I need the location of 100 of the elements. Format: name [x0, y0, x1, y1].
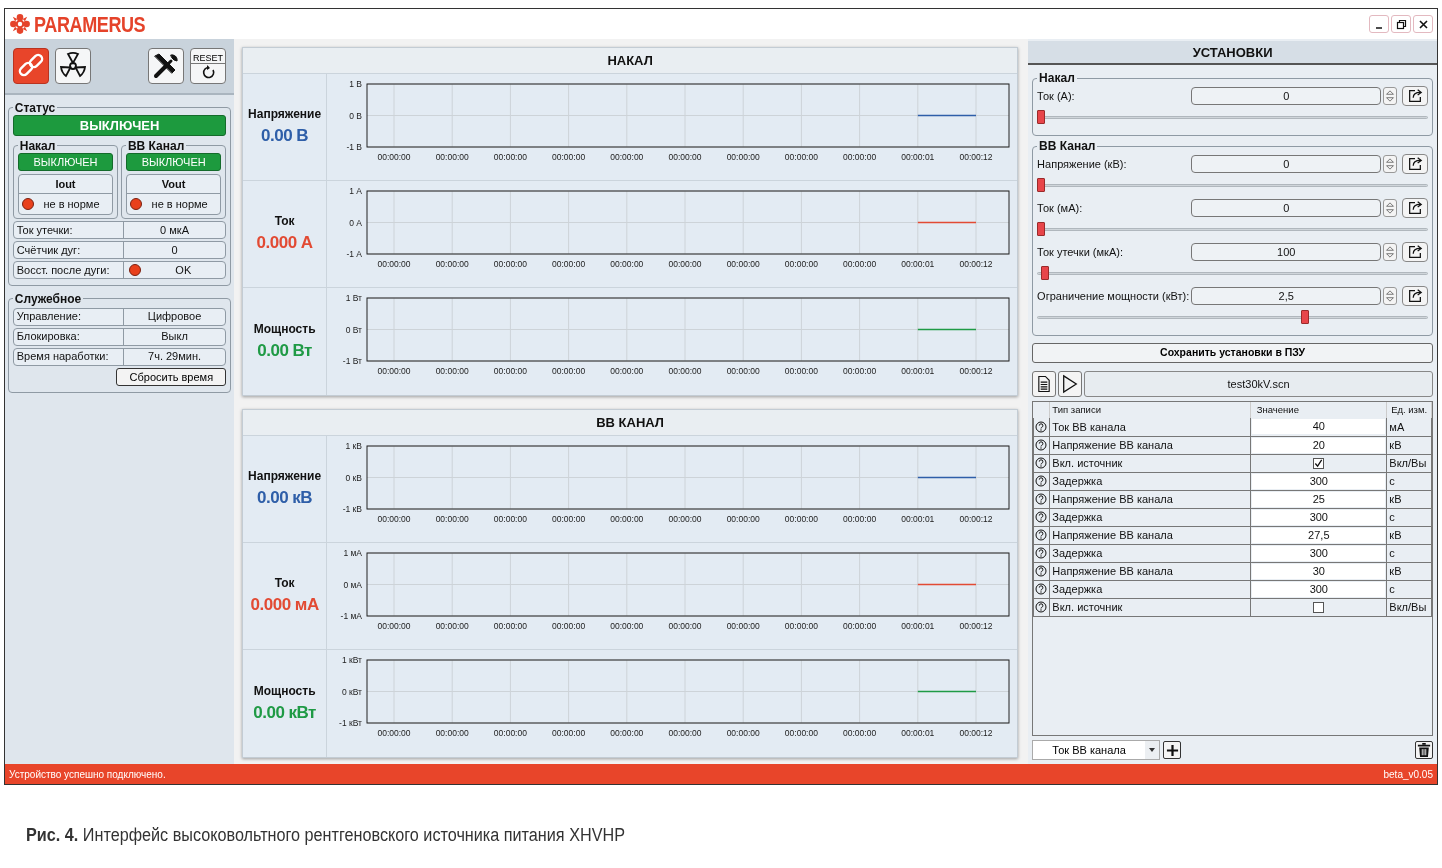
delete-button[interactable] [1415, 741, 1433, 759]
row-label: Ток утечки: [13, 222, 124, 238]
file-name-field: test30kV.scn [1084, 371, 1433, 397]
row-value: 7ч. 29мин. [148, 349, 202, 365]
axis-label: 00:00:00 [726, 366, 760, 376]
channel-state: ВЫКЛЮЧЕН [125, 152, 222, 172]
value-field[interactable]: 300 [1252, 545, 1386, 561]
number-field[interactable]: 0 [1191, 155, 1382, 173]
apply-button[interactable] [1402, 154, 1428, 174]
table-cell: Ток ВВ канала [1049, 418, 1251, 436]
axis-label: 00:00:00 [435, 513, 469, 524]
value-field[interactable]: 300 [1252, 473, 1386, 489]
add-button[interactable] [1163, 741, 1182, 759]
record-type-dropdown[interactable]: Ток ВВ канала [1032, 740, 1161, 760]
axis-label: 00:00:00 [435, 366, 469, 376]
spin-arrows-icon [1384, 200, 1397, 216]
tools-button[interactable] [148, 48, 185, 84]
measurement-value: 0.00 В [261, 125, 309, 148]
axis-label: 00:00:00 [377, 620, 411, 631]
open-file-button[interactable] [1032, 371, 1057, 397]
chart-line [917, 476, 977, 478]
spin-button[interactable] [1383, 199, 1398, 217]
help-icon[interactable] [1035, 601, 1048, 613]
spin-button[interactable] [1383, 155, 1398, 173]
value-field[interactable]: 300 [1252, 509, 1386, 525]
measurement-value: 0.00 кВт [253, 701, 316, 724]
slider-thumb[interactable] [1037, 222, 1046, 236]
checkbox[interactable] [1313, 458, 1325, 470]
table-cell: мА [1386, 418, 1432, 436]
figure-caption: Рис. 4. Интерфейс высоковольтного рентгеновского источника питания XHVHP [26, 824, 625, 847]
chart-line [917, 114, 977, 116]
help-icon[interactable] [1035, 511, 1048, 523]
restore-button[interactable] [1391, 15, 1411, 33]
slider-thumb[interactable] [1040, 266, 1049, 280]
axis-label: 00:00:00 [377, 366, 411, 376]
axis-label: 00:00:00 [552, 151, 586, 162]
slider-thumb[interactable] [1037, 178, 1046, 192]
check-icon [1314, 459, 1324, 469]
spin-button[interactable] [1383, 87, 1398, 105]
slider-thumb[interactable] [1301, 310, 1310, 324]
axis-label: 00:00:00 [784, 151, 819, 162]
spin-arrows-icon [1384, 88, 1397, 104]
measurement-value: 0.00 Вт [257, 339, 312, 362]
help-icon[interactable] [1035, 493, 1048, 505]
close-button[interactable] [1413, 15, 1433, 33]
slider-thumb[interactable] [1037, 110, 1046, 124]
value-field[interactable]: 40 [1252, 419, 1386, 435]
apply-button[interactable] [1402, 198, 1428, 218]
spin-button[interactable] [1383, 287, 1398, 305]
help-icon[interactable] [1035, 547, 1048, 559]
axis-label: 00:00:00 [610, 366, 644, 376]
help-icon[interactable] [1035, 420, 1048, 433]
measurement-name: Напряжение [248, 106, 322, 124]
axis-label: 00:00:00 [784, 620, 819, 631]
reset-button[interactable]: RESET [190, 48, 227, 84]
number-field[interactable]: 2,5 [1191, 287, 1382, 305]
axis-label: 00:00:12 [959, 151, 993, 162]
measurement-name: Мощность [253, 682, 316, 700]
number-field[interactable]: 0 [1191, 87, 1382, 105]
value-field[interactable]: 27,5 [1252, 527, 1386, 543]
help-icon[interactable] [1035, 475, 1048, 487]
minimize-button[interactable] [1369, 15, 1389, 33]
slider-track[interactable] [1037, 265, 1428, 281]
mode-button[interactable] [55, 48, 91, 84]
checkbox[interactable] [1313, 602, 1325, 614]
axis-label: 0 Вт [345, 324, 363, 335]
value-field[interactable]: 300 [1252, 581, 1386, 597]
slider-track[interactable] [1037, 109, 1428, 125]
help-icon[interactable] [1035, 565, 1048, 577]
apply-button[interactable] [1402, 86, 1428, 106]
number-field[interactable]: 100 [1191, 243, 1382, 261]
run-button[interactable] [1058, 371, 1083, 397]
value-field[interactable]: 30 [1252, 563, 1386, 579]
status-indicator: ВЫКЛЮЧЕН [12, 114, 227, 136]
reset-time-button[interactable]: Сбросить время [116, 368, 227, 387]
axis-label: 00:00:00 [610, 258, 644, 269]
axis-label: 00:00:00 [377, 258, 411, 269]
axis-label: 00:00:00 [435, 151, 469, 162]
axis-label: 00:00:00 [493, 620, 528, 631]
number-field[interactable]: 0 [1191, 199, 1382, 217]
apply-button[interactable] [1402, 286, 1428, 306]
axis-label: 00:00:00 [493, 151, 528, 162]
slider-track[interactable] [1037, 309, 1428, 325]
axis-label: 00:00:00 [726, 620, 760, 631]
slider-track[interactable] [1037, 177, 1428, 193]
axis-label: 00:00:12 [959, 620, 993, 631]
spin-button[interactable] [1383, 243, 1398, 261]
value-field[interactable]: 25 [1252, 491, 1386, 507]
help-icon[interactable] [1035, 439, 1048, 451]
panel-title: ВВ КАНАЛ [243, 410, 1018, 436]
slider-track[interactable] [1037, 221, 1428, 237]
apply-button[interactable] [1402, 242, 1428, 262]
value-field[interactable]: 20 [1252, 437, 1386, 453]
save-button[interactable]: Сохранить установки в ПЗУ [1032, 343, 1433, 363]
help-icon[interactable] [1035, 583, 1048, 595]
help-icon[interactable] [1035, 529, 1048, 541]
measurement-name: Напряжение [248, 468, 322, 486]
help-icon[interactable] [1035, 457, 1048, 469]
signal-name: Iout [55, 178, 76, 190]
spin-arrows-icon [1384, 244, 1397, 260]
